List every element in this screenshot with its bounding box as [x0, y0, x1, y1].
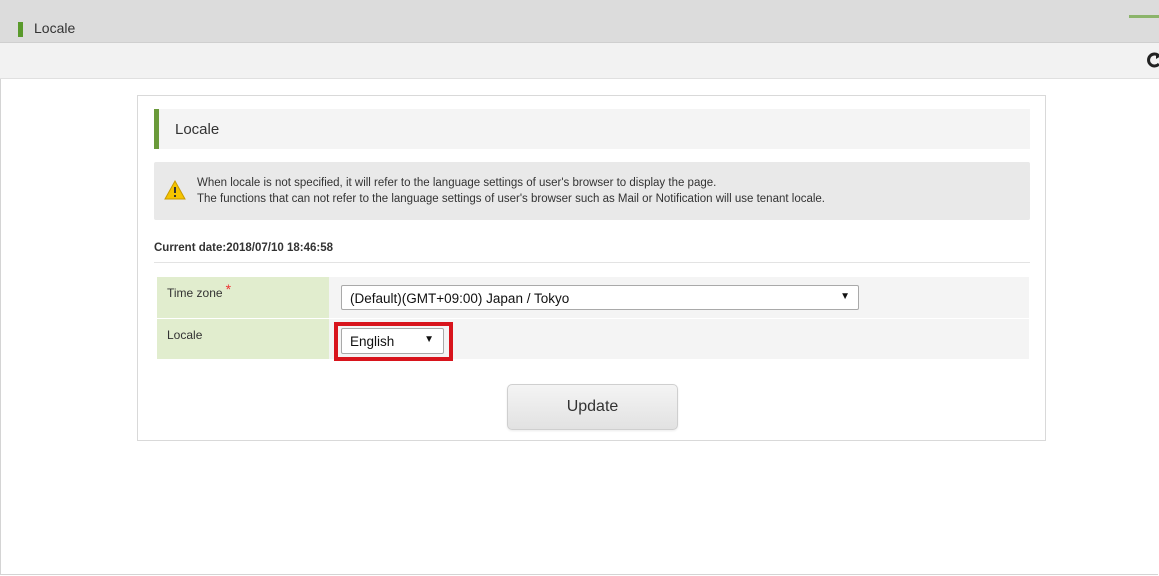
section-title: Locale	[175, 121, 220, 138]
window-titlebar: Locale	[0, 0, 1159, 43]
time-zone-label: Time zone	[167, 286, 223, 300]
notice-line-1: When locale is not specified, it will re…	[197, 177, 717, 189]
locale-form: Time zone * (Default)(GMT+09:00) Japan / …	[157, 277, 1029, 361]
required-mark: *	[225, 281, 232, 297]
time-zone-row: Time zone * (Default)(GMT+09:00) Japan / …	[157, 277, 1029, 319]
locale-value-cell: English ▼	[329, 318, 1029, 361]
locale-select[interactable]: English ▼	[341, 327, 444, 354]
update-button[interactable]: Update	[507, 384, 678, 430]
time-zone-value-cell: (Default)(GMT+09:00) Japan / Tokyo ▼	[329, 277, 1029, 319]
corner-accent	[1129, 15, 1159, 18]
locale-panel: Locale When locale is not specified, it …	[137, 95, 1046, 441]
notice-line-2: The functions that can not refer to the …	[197, 193, 826, 205]
window-title: Locale	[34, 20, 76, 36]
section-accent-bar	[154, 109, 159, 149]
dropdown-arrow-icon: ▼	[840, 291, 850, 302]
warning-icon	[164, 179, 186, 200]
title-marker	[18, 22, 23, 37]
toolbar	[0, 43, 1159, 79]
section-header: Locale	[154, 109, 1030, 149]
locale-selected-value: English	[350, 333, 395, 349]
time-zone-select[interactable]: (Default)(GMT+09:00) Japan / Tokyo ▼	[341, 285, 859, 310]
time-zone-label-cell: Time zone *	[157, 277, 329, 319]
time-zone-selected-value: (Default)(GMT+09:00) Japan / Tokyo	[350, 291, 570, 306]
current-date: Current date:2018/07/10 18:46:58	[154, 242, 1030, 263]
locale-label: Locale	[167, 327, 203, 342]
refresh-icon[interactable]	[1145, 50, 1159, 70]
locale-label-cell: Locale	[157, 318, 329, 360]
locale-row: Locale English ▼	[157, 318, 1029, 361]
dropdown-arrow-icon: ▼	[424, 333, 434, 345]
info-notice: When locale is not specified, it will re…	[154, 162, 1030, 220]
